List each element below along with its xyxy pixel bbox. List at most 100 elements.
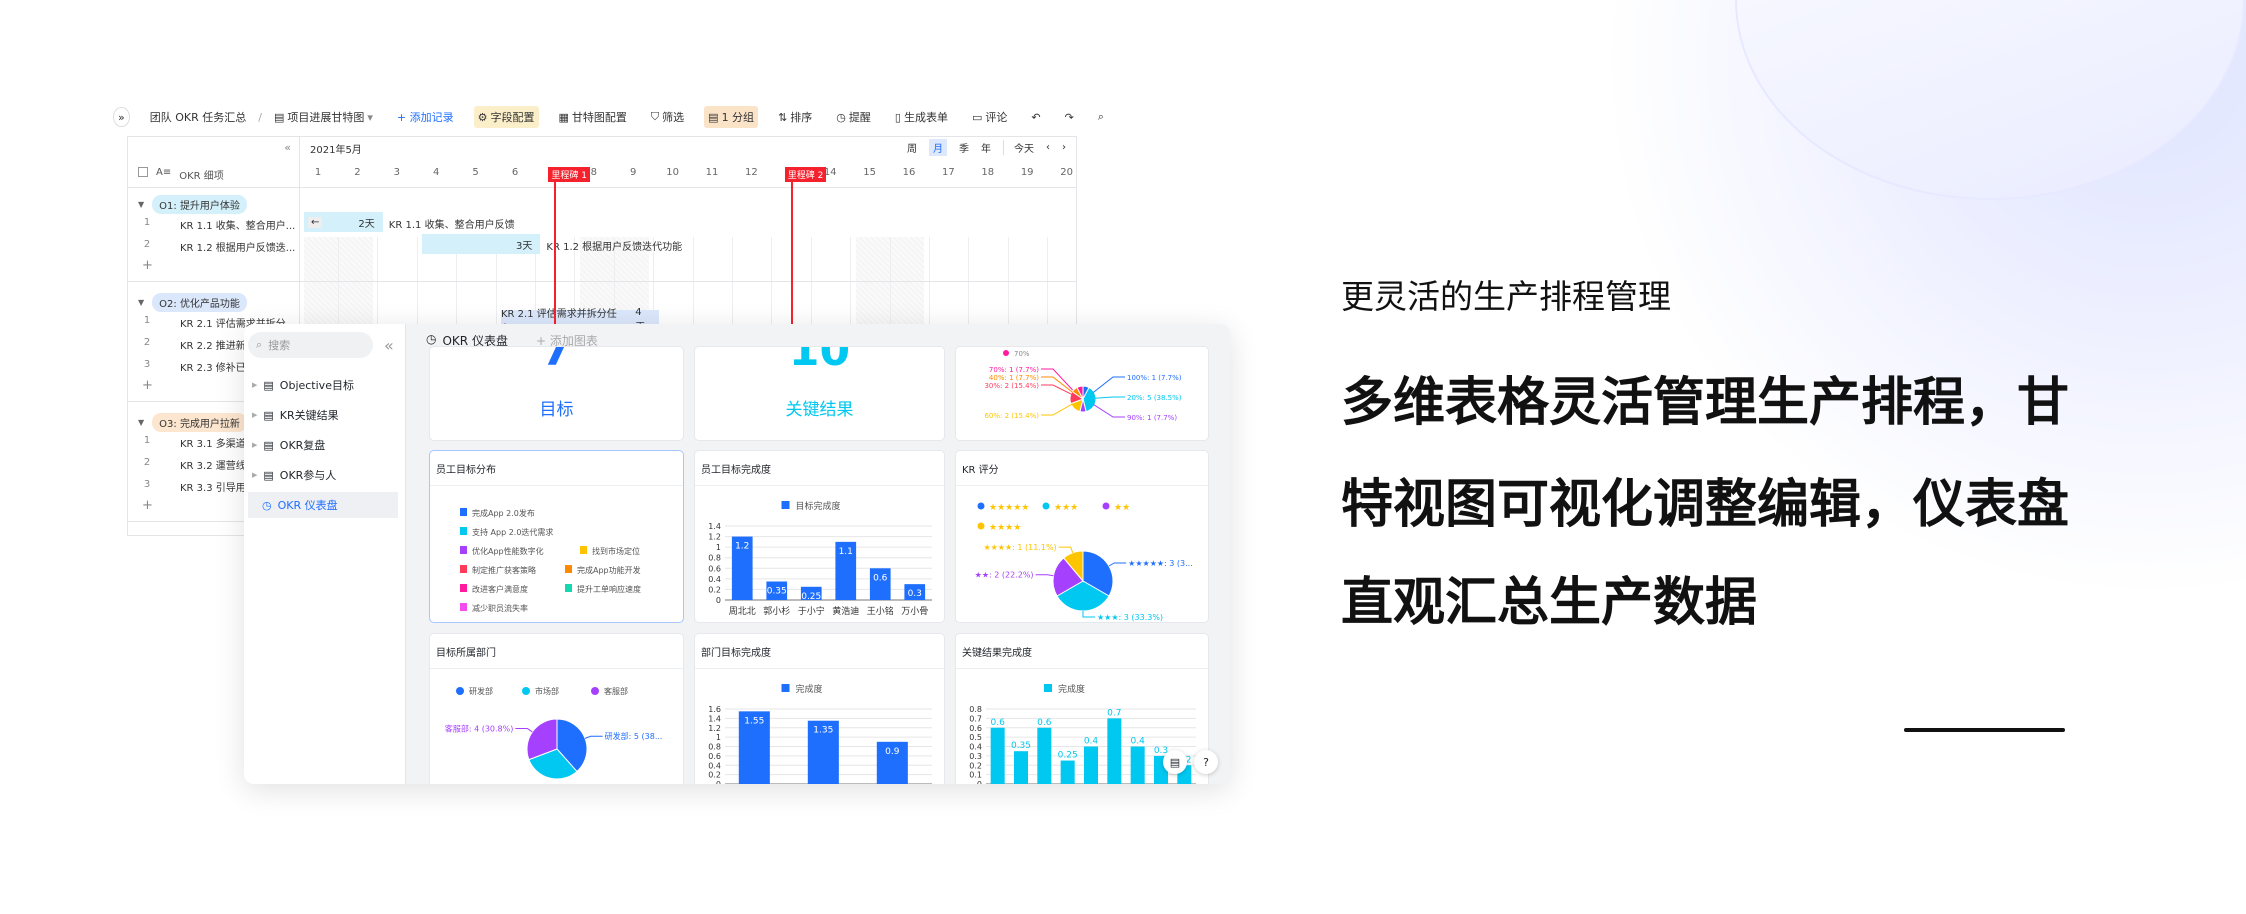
y-tick-label: 1.4 [708, 714, 721, 723]
sidebar-item[interactable]: ▶ ▤ OKR复盘 [248, 432, 398, 458]
stat-label: 关键结果 [785, 400, 854, 420]
next-icon[interactable]: › [1062, 142, 1066, 153]
legend-label: 改进客户满意度 [472, 584, 528, 594]
y-tick-label: 0.2 [969, 761, 982, 770]
employee-goal-distribution-card[interactable]: 员工目标分布 完成App 2.0发布 支持 App 2.0迭代需求 优化App性能数… [429, 450, 684, 623]
gantt-bar[interactable]: 3天 [422, 234, 541, 254]
leader-line [1093, 403, 1125, 418]
add-row-button[interactable]: + [142, 498, 153, 513]
x-tick-label: 于小宁 [798, 605, 825, 617]
sidebar-item[interactable]: ▶ ▤ OKR参与人 [248, 462, 398, 488]
day-label: 15 [863, 167, 876, 178]
table-row[interactable]: 2 KR 1.2 根据用户反馈迭... [128, 239, 300, 254]
day-label: 11 [705, 167, 719, 178]
gantt-config-button[interactable]: ▦ 甘特图配置 [555, 106, 631, 128]
dashboard-window: ⌕ 搜索 « ▶ ▤ Objective目标 ▶ ▤ KR关键结果 ▶ ▤ OKR复盘 ▶ ▤ OKR参… [244, 324, 1230, 784]
star-rating-label: ★★★★★ [989, 503, 1029, 513]
help-icon[interactable]: ? [1194, 750, 1218, 774]
filter-button[interactable]: ⛉ 筛选 [647, 106, 688, 128]
data-label: 0.4 [1084, 737, 1099, 747]
group-button[interactable]: ▤ 1 分组 [704, 106, 759, 128]
scale-year[interactable]: 年 [981, 140, 991, 155]
legend-swatch [1044, 684, 1052, 692]
search-input[interactable]: ⌕ 搜索 [248, 332, 373, 358]
collapse-sidebar-icon[interactable]: « [384, 336, 394, 355]
add-row-button[interactable]: + [142, 378, 153, 393]
gantt-bar[interactable]: ← 2天 [304, 212, 383, 232]
card-title: 员工目标完成度 [701, 465, 771, 476]
toolbar: » 团队 OKR 任务汇总 / ▤ 项目进展甘特图 ▾ + 添加记录 ⚙ 字段配置 ▦… [113, 100, 1104, 134]
sort-button[interactable]: ⇅ 排序 [774, 106, 816, 128]
legend-swatch [460, 508, 467, 516]
legend-swatch [460, 565, 467, 573]
legend-label: 减少职员流失率 [472, 603, 528, 613]
undo-icon[interactable]: ↶ [1027, 108, 1044, 127]
data-label: 1.35 [813, 726, 833, 736]
data-label: 0.6 [873, 573, 888, 583]
kr-score-card[interactable]: KR 评分 ★★★★★ ★★★ ★★ ★★★★ ★★★★★: 3 (3... ★★★: 3… [955, 450, 1209, 623]
bar [990, 727, 1005, 784]
data-label: 0.3 [908, 589, 922, 599]
leader-line [1093, 376, 1125, 393]
table-row[interactable]: 1 KR 1.1 收集、整合用户... [128, 217, 300, 232]
sidebar-item-label: OKR 仪表盘 [277, 499, 338, 512]
day-label: 19 [1020, 167, 1034, 178]
slice-label: ★★★★★: 3 (3... [1128, 559, 1193, 568]
comment-button[interactable]: ▭ 评论 [968, 106, 1011, 128]
leader-line [1082, 611, 1095, 618]
bar [1107, 718, 1122, 784]
gantt-config-label: 甘特图配置 [571, 111, 627, 124]
star-rating-label: ★★ [1114, 503, 1130, 513]
chevron-down-icon: ▾ [367, 110, 373, 124]
prev-icon[interactable]: ‹ [1046, 142, 1050, 153]
day-label: 12 [745, 167, 758, 178]
search-icon[interactable]: ⌕ [1094, 107, 1108, 127]
table-icon: ▤ [273, 110, 285, 124]
x-tick-label: 王小铭 [867, 605, 894, 617]
department-card[interactable]: 目标所属部门 研发部 市场部 客服部 研发部: 5 (38... 客服部: 4 (30.… [429, 633, 684, 784]
y-tick-label: 0.8 [708, 743, 721, 752]
legend-label: 客服部 [604, 686, 628, 696]
breadcrumb-root[interactable]: 团队 OKR 任务汇总 [146, 106, 251, 128]
gear-icon: ⚙ [477, 110, 488, 124]
slice-label: 30%: 2 (15.4%) [984, 382, 1039, 390]
legend-label: 完成度 [1058, 683, 1085, 695]
row-number: 1 [143, 435, 151, 446]
department-completion-card[interactable]: 部门目标完成度 完成度 0 0.2 0.4 0.6 0.8 1 1.2 1.4 1.6 1.55 1.… [694, 633, 945, 784]
view-selector[interactable]: ▤ 项目进展甘特图 ▾ [270, 106, 377, 128]
sidebar-item[interactable]: ▶ ▤ Objective目标 [248, 372, 398, 398]
kr-progress-pie-card[interactable]: 70% 100%: 1 (7.7%) 20%: 5 (38.5%) 90%: 1 (7… [955, 346, 1209, 441]
legend-swatch [460, 546, 467, 554]
select-all-checkbox[interactable] [138, 167, 148, 177]
expand-sidebar-icon[interactable]: » [113, 107, 130, 127]
caret-right-icon: ▶ [252, 381, 258, 389]
caret-down-icon: ▼ [138, 298, 145, 307]
sidebar-item[interactable]: ◷ OKR 仪表盘 [248, 492, 398, 518]
y-tick-label: 0.4 [708, 575, 721, 584]
sidebar-item[interactable]: ▶ ▤ KR关键结果 [248, 402, 398, 428]
scale-week[interactable]: 周 [907, 140, 917, 155]
employee-goal-completion-card[interactable]: 员工目标完成度 目标完成度 0 0.2 0.4 0.6 0.8 1 1.2 1.4 1.2 周北北 0… [694, 450, 945, 623]
bar-duration: 2天 [358, 218, 375, 230]
add-record-button[interactable]: + 添加记录 [393, 106, 458, 128]
bar [1014, 751, 1028, 784]
group-header: ▼ O1: 提升用户体验 [138, 195, 247, 214]
sidebar-item-label: OKR复盘 [279, 439, 326, 452]
y-tick-label: 0.4 [969, 743, 982, 752]
month-label: 2021年5月 [310, 145, 362, 156]
add-row-button[interactable]: + [142, 258, 153, 273]
today-button[interactable]: 今天 [1003, 140, 1034, 155]
stat-card-objectives[interactable]: 7 目标 [429, 346, 684, 441]
dashboard-icon: ◷ [262, 498, 272, 512]
field-config-button[interactable]: ⚙ 字段配置 [473, 106, 539, 128]
scale-quarter[interactable]: 季 [959, 140, 969, 155]
generate-form-button[interactable]: ▯ 生成表单 [891, 106, 952, 128]
reminder-button[interactable]: ◷ 提醒 [832, 106, 875, 128]
stat-card-key-results[interactable]: 10 关键结果 [694, 346, 945, 441]
redo-icon[interactable]: ↷ [1061, 108, 1078, 127]
document-icon[interactable]: ▤ [1163, 750, 1187, 774]
caret-right-icon: ▶ [252, 441, 258, 449]
slice-label: 研发部: 5 (38... [605, 731, 663, 741]
scale-month[interactable]: 月 [929, 139, 947, 156]
collapse-icon[interactable]: « [284, 141, 291, 154]
